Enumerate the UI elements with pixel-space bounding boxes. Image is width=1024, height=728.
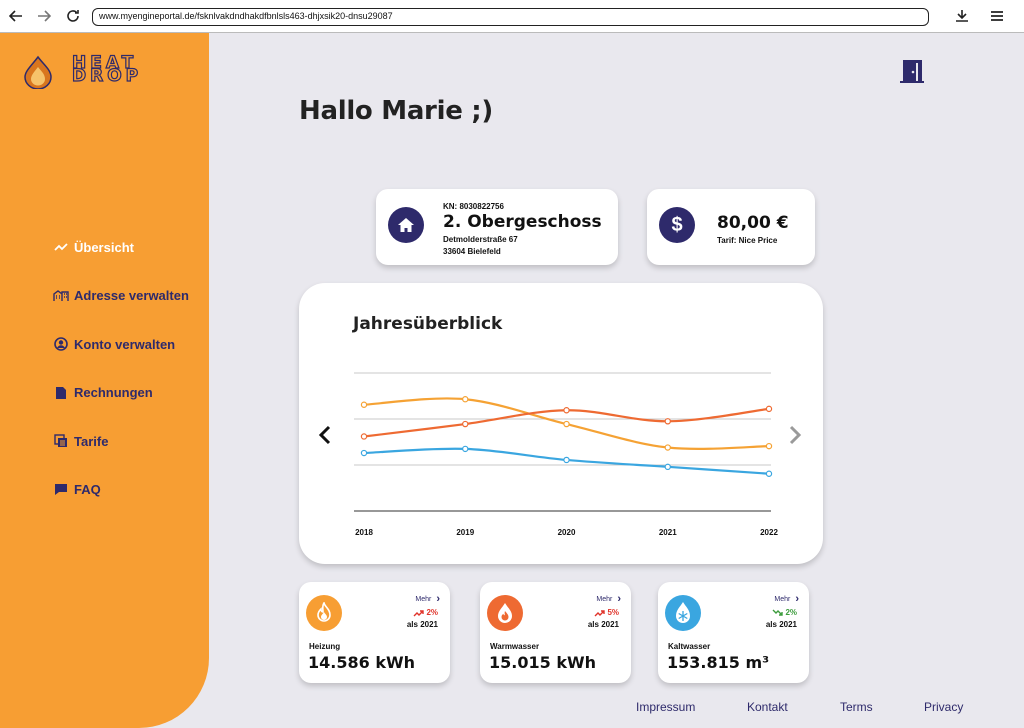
data-point <box>765 470 773 477</box>
page-greeting: Hallo Marie ;) <box>299 96 493 126</box>
stat-label: Warmwasser <box>490 642 540 651</box>
x-tick-label: 2022 <box>760 528 778 537</box>
sidebar: HEAT DROP Übersicht Adresse verwalten Ko… <box>0 33 209 728</box>
download-icon[interactable] <box>952 6 972 26</box>
trend-badge: 2% <box>772 608 797 617</box>
browser-toolbar: www.myengineportal.de/fsknlvakdndhakdfbn… <box>0 0 1024 33</box>
sidebar-item-label: FAQ <box>74 482 101 498</box>
mehr-link[interactable]: Mehr › <box>596 593 621 605</box>
flame-drop-logo-icon <box>24 55 52 89</box>
stat-label: Kaltwasser <box>668 642 711 651</box>
reload-icon[interactable] <box>63 6 83 26</box>
address-street: Detmolderstraße 67 <box>443 235 518 244</box>
monthly-price: 80,00 € <box>717 213 789 233</box>
data-point <box>360 433 368 440</box>
logo-text: HEAT DROP <box>71 53 143 86</box>
address-card[interactable]: KN: 8030822756 2. Obergeschoss Detmolder… <box>376 189 618 265</box>
trend-up-icon <box>594 609 606 616</box>
house-icon <box>388 207 424 243</box>
sidebar-item-label: Konto verwalten <box>74 336 176 352</box>
stat-card-heizung[interactable]: Mehr › 2% als 2021 Heizung 14.586 kWh <box>299 582 450 683</box>
stat-card-warmwasser[interactable]: Mehr › 5% als 2021 Warmwasser 15.015 kWh <box>480 582 631 683</box>
annual-overview-chart: 2018 2019 2020 2021 2022 <box>354 372 778 537</box>
stat-label: Heizung <box>309 642 341 651</box>
data-point <box>563 456 570 464</box>
address-floor: 2. Obergeschoss <box>443 212 602 232</box>
chart-next-arrow[interactable] <box>787 424 803 446</box>
sidebar-item-adresse[interactable]: Adresse verwalten <box>52 272 202 321</box>
data-point <box>664 444 671 451</box>
comparison-text: als 2021 <box>765 620 797 629</box>
buildings-icon <box>52 289 70 303</box>
comparison-text: als 2021 <box>587 620 619 629</box>
footer-link-impressum[interactable]: Impressum <box>636 700 695 714</box>
back-arrow-icon[interactable] <box>6 6 26 26</box>
sidebar-item-label: Adresse verwalten <box>74 288 189 304</box>
data-point <box>462 445 469 453</box>
sidebar-item-faq[interactable]: FAQ <box>52 466 202 515</box>
annual-overview-chart-card: Jahresüberblick 2018 2019 2020 2021 2022 <box>299 283 823 564</box>
hot-water-drop-icon <box>487 595 523 631</box>
snowflake-drop-icon <box>665 595 701 631</box>
footer-link-terms[interactable]: Terms <box>840 700 873 714</box>
footer-link-kontakt[interactable]: Kontakt <box>747 700 788 714</box>
data-point <box>462 420 469 428</box>
price-card[interactable]: $ 80,00 € Tarif: Nice Price <box>647 189 815 265</box>
stat-value: 15.015 kWh <box>489 653 596 672</box>
stat-value: 14.586 kWh <box>308 653 415 672</box>
chevron-right-icon: › <box>795 593 799 605</box>
sidebar-menu: Übersicht Adresse verwalten Konto verwal… <box>52 223 202 514</box>
x-tick-label: 2020 <box>558 528 576 537</box>
x-tick-label: 2018 <box>355 528 373 537</box>
heatdrop-logo[interactable]: HEAT DROP <box>22 53 172 95</box>
sidebar-item-label: Übersicht <box>74 239 134 255</box>
data-point <box>462 396 469 403</box>
x-tick-label: 2021 <box>659 528 677 537</box>
data-point <box>664 463 671 471</box>
trend-down-icon <box>772 609 784 616</box>
document-icon <box>52 386 70 400</box>
data-point <box>765 405 773 413</box>
mehr-link[interactable]: Mehr › <box>774 593 799 605</box>
trend-up-icon <box>413 609 425 616</box>
data-point <box>360 401 368 408</box>
tariff-name: Tarif: Nice Price <box>717 236 778 245</box>
tariff-icon <box>52 434 70 448</box>
data-point <box>765 442 773 450</box>
flame-icon <box>306 595 342 631</box>
account-icon <box>52 337 70 352</box>
menu-icon[interactable] <box>987 6 1007 26</box>
logout-door-icon[interactable] <box>898 57 926 85</box>
chart-prev-arrow[interactable] <box>317 424 333 446</box>
data-point <box>664 418 671 425</box>
footer-link-privacy[interactable]: Privacy <box>924 700 963 714</box>
data-point <box>563 420 570 428</box>
data-point <box>360 449 368 457</box>
sidebar-item-rechnungen[interactable]: Rechnungen <box>52 369 202 418</box>
trend-badge: 2% <box>413 608 438 617</box>
address-bar[interactable]: www.myengineportal.de/fsknlvakdndhakdfbn… <box>92 8 929 26</box>
trend-badge: 5% <box>594 608 619 617</box>
comparison-text: als 2021 <box>406 620 438 629</box>
data-point <box>563 407 570 414</box>
chevron-right-icon: › <box>436 593 440 605</box>
address-city: 33604 Bielefeld <box>443 247 501 256</box>
customer-number: KN: 8030822756 <box>443 202 504 211</box>
sidebar-item-label: Rechnungen <box>74 385 153 401</box>
x-tick-label: 2019 <box>456 528 474 537</box>
dollar-icon: $ <box>659 207 695 243</box>
sidebar-item-uebersicht[interactable]: Übersicht <box>52 223 202 272</box>
stat-card-kaltwasser[interactable]: Mehr › 2% als 2021 Kaltwasser 153.815 m³ <box>658 582 809 683</box>
trend-line-icon <box>52 240 70 254</box>
forward-arrow-icon[interactable] <box>34 6 54 26</box>
sidebar-item-tarife[interactable]: Tarife <box>52 417 202 466</box>
chat-icon <box>52 483 70 497</box>
stat-value: 153.815 m³ <box>667 653 770 672</box>
mehr-link[interactable]: Mehr › <box>415 593 440 605</box>
sidebar-item-label: Tarife <box>74 433 109 449</box>
sidebar-item-konto[interactable]: Konto verwalten <box>52 320 202 369</box>
chevron-right-icon: › <box>617 593 621 605</box>
